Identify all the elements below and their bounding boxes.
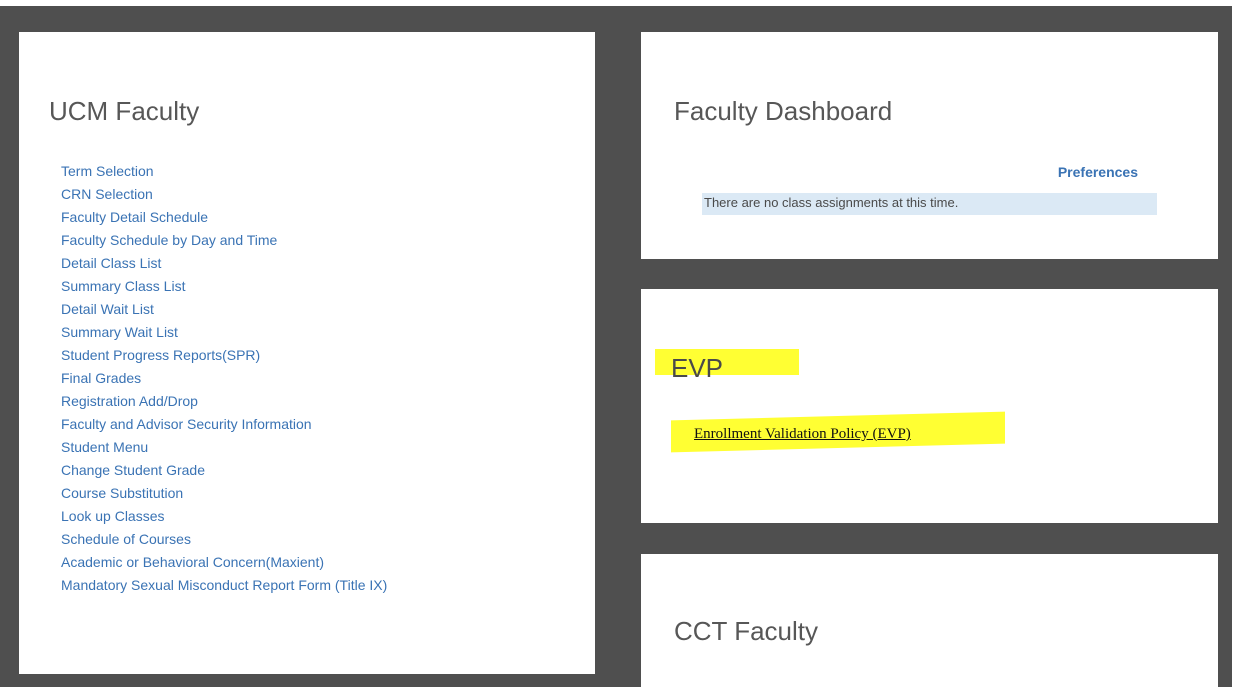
list-item: Faculty Schedule by Day and Time [61, 229, 387, 252]
student-menu-link[interactable]: Student Menu [61, 439, 148, 455]
term-selection-link[interactable]: Term Selection [61, 163, 154, 179]
list-item: Student Progress Reports(SPR) [61, 344, 387, 367]
list-item: Final Grades [61, 367, 387, 390]
faculty-advisor-security-link[interactable]: Faculty and Advisor Security Information [61, 416, 312, 432]
crn-selection-link[interactable]: CRN Selection [61, 186, 153, 202]
title-ix-report-form-link[interactable]: Mandatory Sexual Misconduct Report Form … [61, 577, 387, 593]
look-up-classes-link[interactable]: Look up Classes [61, 508, 165, 524]
list-item: Course Substitution [61, 482, 387, 505]
cct-faculty-panel: CCT Faculty [641, 554, 1218, 694]
list-item: Detail Class List [61, 252, 387, 275]
ucm-faculty-title: UCM Faculty [49, 96, 200, 126]
summary-wait-list-link[interactable]: Summary Wait List [61, 324, 178, 340]
cct-faculty-title: CCT Faculty [674, 616, 818, 646]
summary-class-list-link[interactable]: Summary Class List [61, 278, 185, 294]
student-progress-reports-link[interactable]: Student Progress Reports(SPR) [61, 347, 260, 363]
list-item: Change Student Grade [61, 459, 387, 482]
list-item: Academic or Behavioral Concern(Maxient) [61, 551, 387, 574]
list-item: Schedule of Courses [61, 528, 387, 551]
evp-panel: EVP Enrollment Validation Policy (EVP) [641, 289, 1218, 523]
schedule-of-courses-link[interactable]: Schedule of Courses [61, 531, 191, 547]
enrollment-validation-policy-link[interactable]: Enrollment Validation Policy (EVP) [694, 426, 911, 443]
faculty-dashboard-panel: Faculty Dashboard Preferences There are … [641, 32, 1218, 259]
detail-class-list-link[interactable]: Detail Class List [61, 255, 161, 271]
faculty-dashboard-title: Faculty Dashboard [674, 96, 893, 126]
course-substitution-link[interactable]: Course Substitution [61, 485, 183, 501]
ucm-faculty-panel: UCM Faculty Term Selection CRN Selection… [19, 32, 595, 674]
ucm-faculty-link-list: Term Selection CRN Selection Faculty Det… [61, 160, 387, 597]
list-item: Student Menu [61, 436, 387, 459]
detail-wait-list-link[interactable]: Detail Wait List [61, 301, 154, 317]
final-grades-link[interactable]: Final Grades [61, 370, 141, 386]
list-item: Faculty and Advisor Security Information [61, 413, 387, 436]
faculty-schedule-by-day-link[interactable]: Faculty Schedule by Day and Time [61, 232, 277, 248]
no-assignments-message: There are no class assignments at this t… [704, 195, 959, 210]
list-item: Summary Class List [61, 275, 387, 298]
list-item: Detail Wait List [61, 298, 387, 321]
no-assignments-row: There are no class assignments at this t… [702, 193, 1157, 215]
list-item: Faculty Detail Schedule [61, 206, 387, 229]
list-item: Term Selection [61, 160, 387, 183]
registration-add-drop-link[interactable]: Registration Add/Drop [61, 393, 198, 409]
faculty-detail-schedule-link[interactable]: Faculty Detail Schedule [61, 209, 208, 225]
list-item: Mandatory Sexual Misconduct Report Form … [61, 574, 387, 597]
evp-title: EVP [671, 353, 724, 383]
change-student-grade-link[interactable]: Change Student Grade [61, 462, 205, 478]
preferences-link[interactable]: Preferences [1058, 164, 1138, 180]
academic-behavioral-concern-link[interactable]: Academic or Behavioral Concern(Maxient) [61, 554, 324, 570]
list-item: Summary Wait List [61, 321, 387, 344]
list-item: Look up Classes [61, 505, 387, 528]
list-item: CRN Selection [61, 183, 387, 206]
list-item: Registration Add/Drop [61, 390, 387, 413]
